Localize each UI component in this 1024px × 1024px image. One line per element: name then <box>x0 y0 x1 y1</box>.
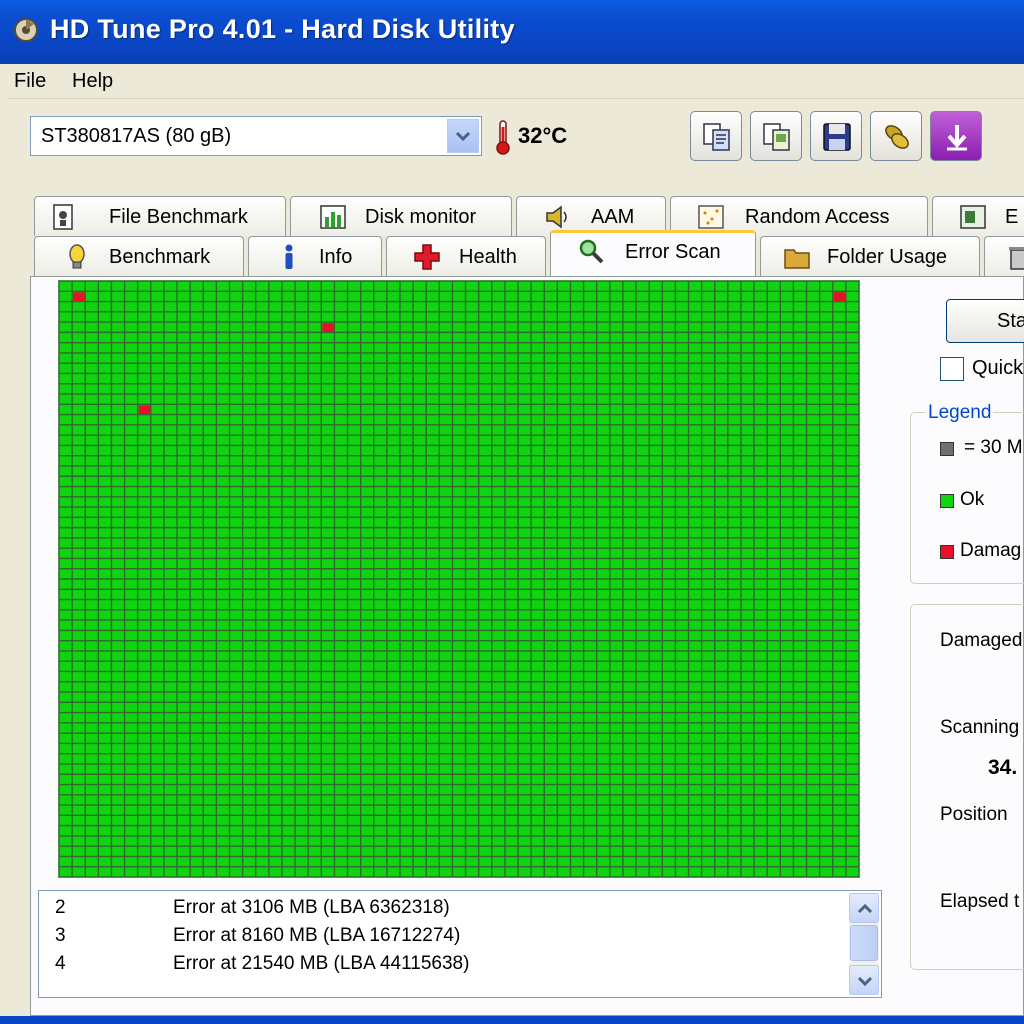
damaged-block <box>322 323 334 332</box>
log-row-message: Error at 21540 MB (LBA 44115638) <box>173 953 470 974</box>
quick-scan-label: Quick <box>972 357 1024 379</box>
chevron-down-icon <box>857 976 873 987</box>
menu-bar: File Help <box>8 64 1024 99</box>
exit-icon <box>947 125 967 151</box>
log-row-number: 3 <box>55 925 66 946</box>
tab-error-scan[interactable]: Error Scan <box>550 230 756 276</box>
tab-benchmark[interactable]: Benchmark <box>34 236 244 276</box>
legend-damaged-swatch <box>940 545 954 559</box>
drive-select-value: ST380817AS (80 gB) <box>41 125 232 147</box>
legend-block-size-swatch <box>940 442 954 456</box>
tab-erase[interactable] <box>984 236 1024 276</box>
legend-damaged: Damag <box>960 540 1022 561</box>
thermometer-icon <box>496 120 510 155</box>
extra-tests-icon <box>960 205 986 229</box>
scan-block-map <box>58 280 860 878</box>
chevron-down-icon <box>455 131 471 142</box>
lightbulb-icon <box>69 244 85 269</box>
temperature-readout: 32°C <box>518 123 568 148</box>
options-icon <box>885 125 909 149</box>
legend-title: Legend <box>926 402 994 424</box>
exit-button[interactable] <box>930 111 982 161</box>
log-row-message: Error at 3106 MB (LBA 6362318) <box>173 897 450 918</box>
start-button[interactable]: Sta <box>946 299 1024 343</box>
legend-ok-swatch <box>940 494 954 508</box>
scan-grid <box>59 281 859 877</box>
legend-block-size: = 30 M <box>964 437 1023 458</box>
disk-monitor-icon <box>320 205 346 229</box>
save-button[interactable] <box>810 111 862 161</box>
menu-help[interactable]: Help <box>72 70 113 93</box>
dropdown-arrow-button[interactable] <box>447 119 479 153</box>
app-icon <box>14 18 38 42</box>
copy-screen-icon <box>763 123 790 151</box>
copy-text-icon <box>703 123 730 151</box>
tab-file-benchmark[interactable]: File Benchmark <box>34 196 286 236</box>
copy-screen-button[interactable] <box>750 111 802 161</box>
log-row-number: 4 <box>55 953 66 974</box>
tab-folder-usage[interactable]: Folder Usage <box>760 236 980 276</box>
damaged-block <box>833 292 846 302</box>
log-row-message: Error at 8160 MB (LBA 16712274) <box>173 925 461 946</box>
app-window: HD Tune Pro 4.01 - Hard Disk Utility Fil… <box>0 0 1024 1024</box>
menu-file[interactable]: File <box>14 70 46 93</box>
scan-stats-group <box>910 604 1024 970</box>
legend-ok: Ok <box>960 489 985 510</box>
scroll-thumb[interactable] <box>850 925 878 961</box>
scroll-down-button[interactable] <box>849 965 879 995</box>
damaged-block <box>73 292 85 302</box>
elapsed-time-label: Elapsed t <box>940 891 1020 912</box>
window-title: HD Tune Pro 4.01 - Hard Disk Utility <box>50 14 515 44</box>
log-row: 2 Error at 3106 MB (LBA 6362318) <box>55 897 845 925</box>
log-row-number: 2 <box>55 897 66 918</box>
options-button[interactable] <box>870 111 922 161</box>
tab-disk-monitor[interactable]: Disk monitor <box>290 196 512 236</box>
toolbar: ST380817AS (80 gB) 32°C <box>8 99 1024 189</box>
damaged-block <box>138 405 151 415</box>
folder-icon <box>784 249 810 269</box>
tab-info[interactable]: Info <box>248 236 382 276</box>
error-log-list[interactable]: 2 Error at 3106 MB (LBA 6362318) 3 Error… <box>38 890 882 998</box>
trash-icon <box>1009 247 1024 270</box>
damaged-blocks-label: Damaged <box>940 630 1023 651</box>
drive-select[interactable]: ST380817AS (80 gB) <box>30 116 482 156</box>
speaker-icon <box>546 205 567 229</box>
window-bottom-border <box>0 1016 1024 1024</box>
scanning-speed-value: 34. <box>988 756 1018 779</box>
random-access-icon <box>698 205 724 229</box>
tab-extra-tests[interactable]: E <box>932 196 1024 236</box>
info-icon <box>285 244 293 269</box>
chevron-up-icon <box>857 903 873 914</box>
scroll-up-button[interactable] <box>849 893 879 923</box>
file-benchmark-icon <box>53 204 73 230</box>
title-bar[interactable]: HD Tune Pro 4.01 - Hard Disk Utility <box>0 0 1024 64</box>
health-cross-icon <box>414 244 440 270</box>
position-label: Position <box>940 804 1008 825</box>
log-scrollbar[interactable] <box>849 893 879 995</box>
save-icon <box>823 123 851 151</box>
log-row: 3 Error at 8160 MB (LBA 16712274) <box>55 925 845 953</box>
scanning-speed-label: Scanning <box>940 717 1020 738</box>
magnifier-icon <box>579 239 604 264</box>
quick-scan-checkbox[interactable] <box>940 357 964 381</box>
copy-text-button[interactable] <box>690 111 742 161</box>
tab-health[interactable]: Health <box>386 236 546 276</box>
log-row: 4 Error at 21540 MB (LBA 44115638) <box>55 953 845 981</box>
